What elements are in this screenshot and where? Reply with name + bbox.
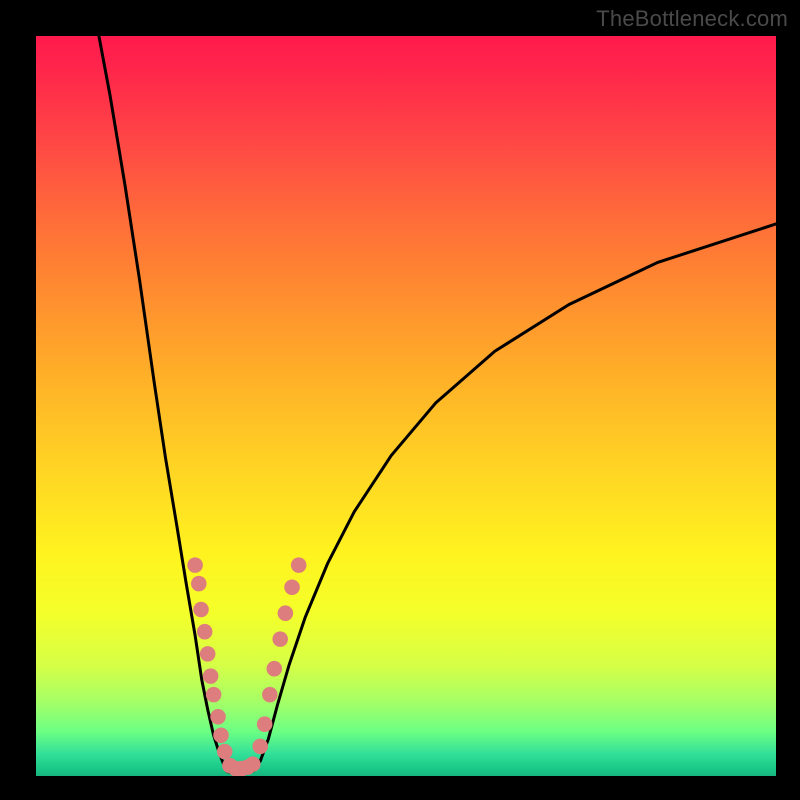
right-branch-marker <box>257 716 273 732</box>
chart-svg <box>36 36 776 776</box>
bottleneck-curve <box>99 36 776 773</box>
right-branch-marker <box>267 661 283 677</box>
watermark-text: TheBottleneck.com <box>596 6 788 32</box>
left-branch-marker <box>203 668 219 684</box>
valley-marker <box>245 756 261 772</box>
left-branch-marker <box>206 687 222 703</box>
left-branch-marker <box>213 728 229 744</box>
left-branch-marker <box>193 602 209 618</box>
right-branch-marker <box>284 580 300 596</box>
left-branch-marker <box>210 709 226 725</box>
right-branch-marker <box>291 557 307 573</box>
chart-curves-layer <box>99 36 776 773</box>
right-branch-marker <box>278 605 294 621</box>
app-frame: TheBottleneck.com <box>0 0 800 800</box>
right-branch-marker <box>272 631 288 647</box>
right-branch-marker <box>252 739 268 755</box>
left-branch-marker <box>191 576 207 592</box>
chart-plot-area <box>36 36 776 776</box>
left-branch-marker <box>197 624 213 640</box>
right-branch-marker <box>262 687 278 703</box>
left-branch-marker <box>217 744 233 760</box>
left-branch-marker <box>187 557 203 573</box>
left-branch-marker <box>200 646 216 662</box>
